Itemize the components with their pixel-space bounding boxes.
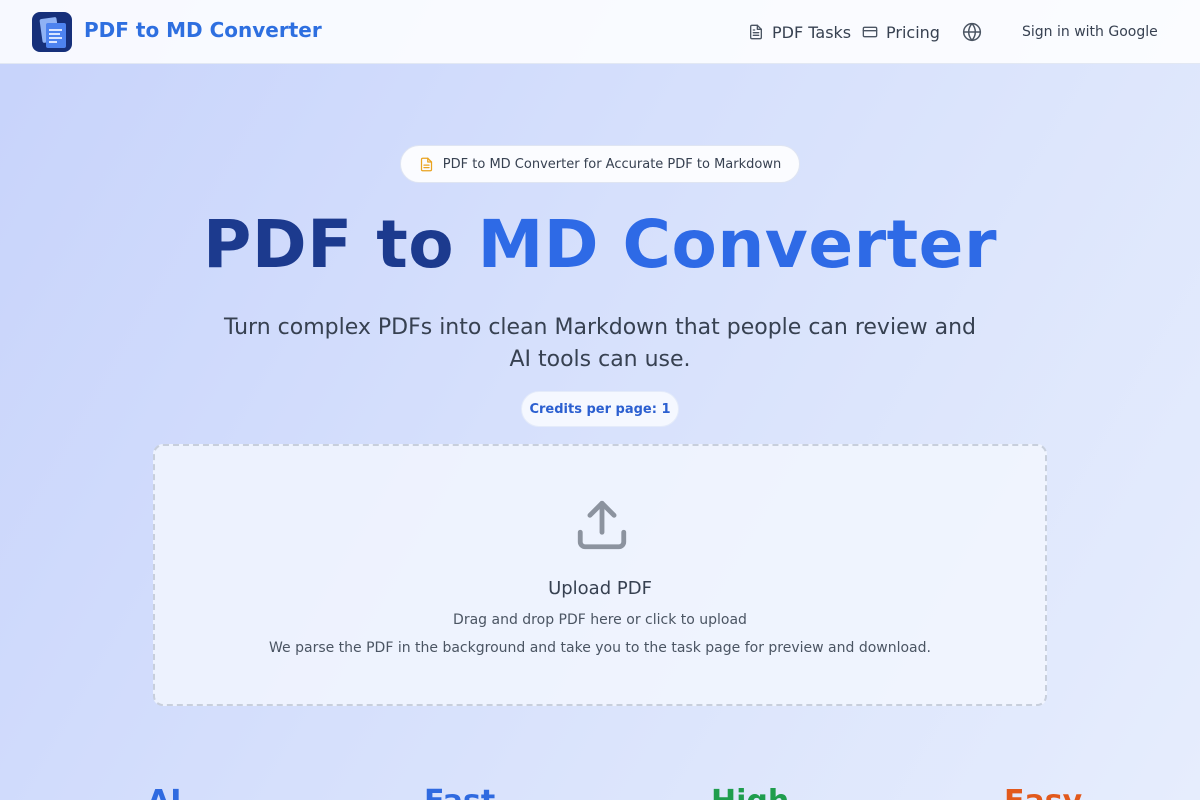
nav-pdf-tasks-label: PDF Tasks xyxy=(772,22,852,42)
language-switcher[interactable] xyxy=(962,22,982,46)
brand-name[interactable]: PDF to MD Converter xyxy=(84,18,322,42)
upload-instruction: Drag and drop PDF here or click to uploa… xyxy=(453,612,747,628)
feature-heading-high: High xyxy=(711,784,789,800)
nav-pricing-label: Pricing xyxy=(886,22,940,42)
document-icon xyxy=(750,24,762,40)
hero-subtitle: Turn complex PDFs into clean Markdown th… xyxy=(224,315,976,372)
feature-heading-ai: AI xyxy=(147,784,181,800)
page-title: PDF to MD Converter xyxy=(0,206,1200,283)
credits-per-page-badge: Credits per page: 1 xyxy=(521,391,679,427)
sign-in-google-button[interactable]: Sign in with Google xyxy=(1010,20,1170,44)
document-icon xyxy=(420,157,432,171)
nav-pdf-tasks[interactable]: PDF Tasks xyxy=(748,21,851,43)
pdf-upload-dropzone[interactable]: Upload PDF Drag and drop PDF here or cli… xyxy=(153,444,1047,706)
nav-pricing[interactable]: Pricing xyxy=(862,21,940,43)
hero-badge: PDF to MD Converter for Accurate PDF to … xyxy=(400,145,800,183)
feature-heading-easy: Easy xyxy=(1004,784,1082,800)
credit-card-icon xyxy=(862,26,878,38)
upload-icon xyxy=(577,500,627,550)
feature-heading-fast: Fast xyxy=(424,784,495,800)
upload-title: Upload PDF xyxy=(548,578,652,599)
page-title-part2: MD Converter xyxy=(477,206,997,283)
logo-front-page xyxy=(46,23,66,48)
top-navbar: PDF to MD Converter PDF Tasks Pricing Si… xyxy=(0,0,1200,64)
upload-description: We parse the PDF in the background and t… xyxy=(269,640,931,656)
page-title-part1: PDF to xyxy=(202,206,455,283)
brand-logo-icon[interactable] xyxy=(32,12,72,52)
hero-badge-text: PDF to MD Converter for Accurate PDF to … xyxy=(442,156,782,172)
globe-icon xyxy=(962,22,982,42)
